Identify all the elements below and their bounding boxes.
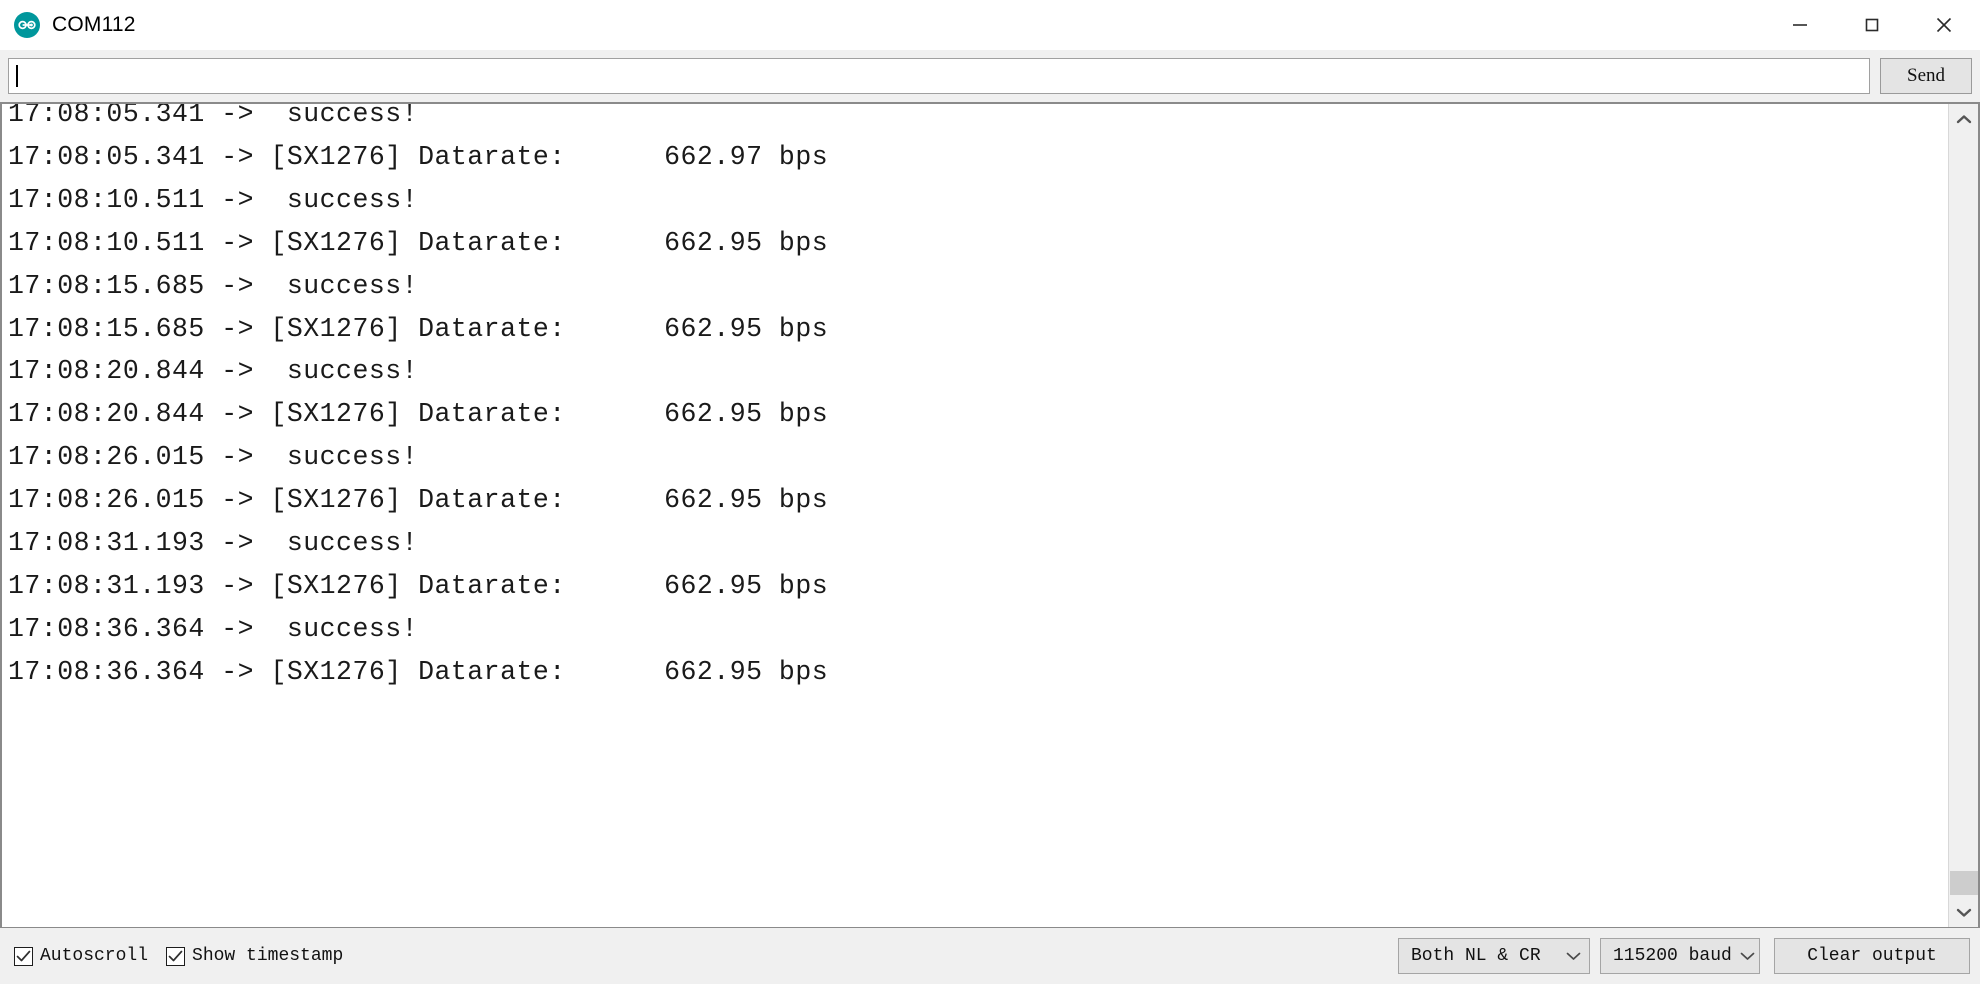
chevron-down-icon [1740, 951, 1755, 961]
serial-output-line: 17:08:26.015 -> [SX1276] Datarate: 662.9… [8, 485, 829, 516]
minimize-button[interactable] [1764, 0, 1836, 50]
serial-output-line: 17:08:20.844 -> success! [8, 356, 419, 387]
scroll-up-button[interactable] [1948, 104, 1978, 134]
serial-monitor-window: COM112 Send 17:08:05.341 -> success! 17:0… [0, 0, 1980, 984]
serial-output-line: 17:08:31.193 -> success! [8, 528, 419, 559]
serial-command-input[interactable] [8, 58, 1870, 94]
autoscroll-label: Autoscroll [40, 946, 149, 966]
close-button[interactable] [1908, 0, 1980, 50]
serial-output-line: 17:08:26.015 -> success! [8, 442, 419, 473]
clear-output-button[interactable]: Clear output [1774, 938, 1970, 974]
chevron-down-icon [1566, 951, 1581, 961]
serial-output-line: 17:08:15.685 -> success! [8, 270, 419, 301]
show-timestamp-checkbox[interactable] [166, 946, 186, 966]
scrollbar-track[interactable] [1949, 134, 1979, 897]
vertical-scrollbar[interactable] [1948, 104, 1978, 927]
serial-output-line: 17:08:10.511 -> [SX1276] Datarate: 662.9… [8, 227, 829, 258]
serial-output-line: 17:08:36.364 -> [SX1276] Datarate: 662.9… [8, 656, 829, 687]
title-bar: COM112 [0, 0, 1980, 50]
baud-rate-value: 115200 baud [1613, 946, 1732, 966]
serial-output-lines: 17:08:05.341 -> success! 17:08:05.341 -> … [8, 104, 1948, 694]
serial-output-line: 17:08:20.844 -> [SX1276] Datarate: 662.9… [8, 399, 829, 430]
status-bar: Autoscroll Show timestamp Both NL & CR 1… [0, 928, 1980, 984]
show-timestamp-checkbox-item[interactable]: Show timestamp [166, 946, 343, 966]
serial-output-line: 17:08:05.341 -> [SX1276] Datarate: 662.9… [8, 141, 829, 172]
window-controls [1764, 0, 1980, 50]
window-title: COM112 [52, 13, 136, 36]
show-timestamp-label: Show timestamp [192, 946, 344, 966]
text-caret [16, 65, 18, 87]
serial-output-text[interactable]: 17:08:05.341 -> success! 17:08:05.341 -> … [2, 104, 1948, 927]
line-ending-dropdown[interactable]: Both NL & CR [1398, 938, 1590, 974]
scroll-down-button[interactable] [1948, 897, 1978, 927]
autoscroll-checkbox[interactable] [14, 946, 33, 966]
serial-output-line: 17:08:10.511 -> success! [8, 184, 419, 215]
send-button[interactable]: Send [1880, 58, 1972, 94]
send-row: Send [0, 50, 1980, 102]
serial-output-line: 17:08:31.193 -> [SX1276] Datarate: 662.9… [8, 570, 829, 601]
autoscroll-checkbox-item[interactable]: Autoscroll [14, 946, 148, 966]
baud-rate-dropdown[interactable]: 115200 baud [1600, 938, 1760, 974]
serial-output-line: 17:08:36.364 -> success! [8, 613, 419, 644]
serial-output-panel: 17:08:05.341 -> success! 17:08:05.341 -> … [0, 102, 1980, 928]
scrollbar-thumb[interactable] [1949, 871, 1978, 895]
serial-output-line: 17:08:15.685 -> [SX1276] Datarate: 662.9… [8, 313, 829, 344]
title-bar-left: COM112 [0, 12, 136, 38]
line-ending-value: Both NL & CR [1411, 946, 1541, 966]
arduino-infinity-icon [14, 12, 40, 38]
serial-output-line: 17:08:05.341 -> success! [8, 104, 419, 129]
maximize-button[interactable] [1836, 0, 1908, 50]
